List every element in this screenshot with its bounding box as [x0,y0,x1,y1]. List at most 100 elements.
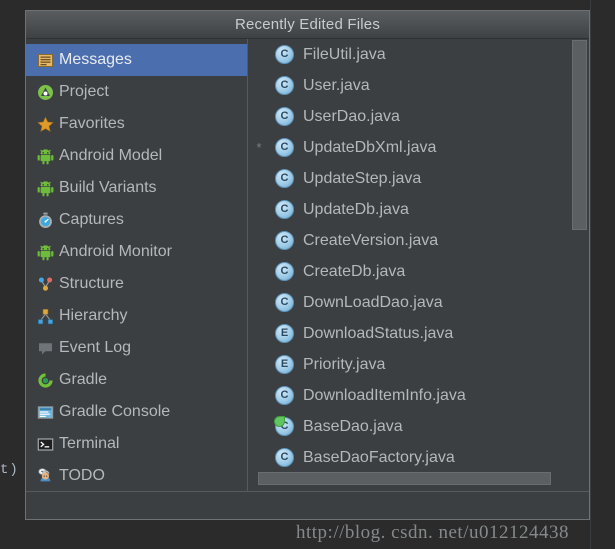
sidebar-item-build-variants[interactable]: Build Variants [26,172,247,204]
file-kind-badge: C [275,261,294,281]
file-kind-badge: C [275,44,294,64]
sidebar-item-label: Favorites [59,115,125,132]
sidebar-item-gradle[interactable]: Gradle [26,364,247,396]
dialog-titlebar: Recently Edited Files [26,11,589,39]
file-list-item[interactable]: C FileUtil.java [248,39,589,70]
horizontal-scrollbar-thumb[interactable] [258,472,551,485]
sidebar-item-label: Messages [59,51,132,68]
android-robot-icon [36,179,54,197]
class-file-icon: C [275,137,295,158]
stopwatch-icon [36,211,54,229]
sidebar-item-label: Event Log [59,339,132,356]
file-list-item[interactable]: C DownloadItemInfo.java [248,380,589,411]
sidebar-item-project[interactable]: Project [26,76,247,108]
file-name-label: DownloadItemInfo.java [303,386,466,404]
file-kind-badge: C [275,199,294,219]
file-list-item[interactable]: * C UpdateDbXml.java [248,132,589,163]
sidebar-item-captures[interactable]: Captures [26,204,247,236]
file-rows-container: C FileUtil.java C User.java C UserDao.java * C U… [248,39,589,473]
sidebar-item-android-monitor[interactable]: Android Monitor [26,236,247,268]
vcs-new-file-badge-icon [274,415,285,427]
sidebar-item-favorites[interactable]: Favorites [26,108,247,140]
file-list-item[interactable]: C UserDao.java [248,101,589,132]
watermark-url: http://blog. csdn. net/u012124438 [296,522,569,543]
sidebar-item-structure[interactable]: Structure [26,268,247,300]
vertical-scrollbar-thumb[interactable] [572,40,587,230]
vertical-scrollbar-track[interactable] [572,39,588,493]
sidebar-item-messages[interactable]: Messages [26,44,247,76]
file-name-label: Priority.java [303,355,386,373]
sidebar-item-terminal[interactable]: Terminal [26,428,247,460]
sidebar-item-label: Project [59,83,109,100]
file-list-item[interactable]: C BaseDao.java [248,411,589,442]
file-kind-badge: E [275,323,294,343]
sidebar-item-hierarchy[interactable]: Hierarchy [26,300,247,332]
recently-edited-files-dialog: Recently Edited Files Messages Project Fav… [25,10,590,520]
file-kind-badge: C [275,168,294,188]
file-list-item[interactable]: C CreateDb.java [248,256,589,287]
star-icon [36,115,54,133]
file-name-label: DownLoadDao.java [303,293,443,311]
dialog-title: Recently Edited Files [234,16,381,33]
file-list-item[interactable]: C User.java [248,70,589,101]
sidebar-item-todo[interactable]: TODO [26,460,247,492]
hierarchy-icon [36,307,54,325]
class-file-icon: C [275,199,295,220]
tool-window-list[interactable]: Messages Project Favorites Android Model Bui… [26,39,248,493]
editor-guide-line [590,0,591,549]
android-studio-icon [36,83,54,101]
file-kind-badge: C [275,106,294,126]
sidebar-item-label: Terminal [59,435,120,452]
file-list-item[interactable]: E Priority.java [248,349,589,380]
terminal-prompt-icon [36,435,54,453]
file-kind-badge: C [275,447,294,467]
dialog-bottom-strip [26,491,589,519]
class-file-icon: C [275,261,295,282]
enum-file-icon: E [275,354,295,375]
file-name-label: DownloadStatus.java [303,324,454,342]
sidebar-item-label: Build Variants [59,179,157,196]
sidebar-item-android-model[interactable]: Android Model [26,140,247,172]
file-list-item[interactable]: C UpdateDb.java [248,194,589,225]
file-kind-badge: E [275,354,294,374]
file-list-item[interactable]: C DownLoadDao.java [248,287,589,318]
recent-files-list[interactable]: C FileUtil.java C User.java C UserDao.java * C U… [248,39,589,493]
console-window-icon [36,403,54,421]
file-list-item[interactable]: C UpdateStep.java [248,163,589,194]
android-robot-icon [36,147,54,165]
gradle-elephant-icon [36,371,54,389]
file-name-label: User.java [303,76,370,94]
sidebar-item-label: Gradle Console [59,403,171,420]
file-name-label: UpdateDbXml.java [303,138,437,156]
file-kind-badge: C [275,137,294,157]
class-file-icon: C [275,75,295,96]
file-name-label: CreateVersion.java [303,231,439,249]
structure-nodes-icon [36,275,54,293]
messages-icon [36,51,54,69]
sidebar-item-gradle-console[interactable]: Gradle Console [26,396,247,428]
file-list-item[interactable]: E DownloadStatus.java [248,318,589,349]
sidebar-item-label: Gradle [59,371,108,388]
file-name-label: UpdateDb.java [303,200,409,218]
editor-code-text: t) [0,462,29,478]
class-file-icon: C [275,447,295,468]
sidebar-item-event-log[interactable]: Event Log [26,332,247,364]
file-name-label: UserDao.java [303,107,400,125]
sidebar-item-label: Android Monitor [59,243,172,260]
modified-marker-icon: * [256,140,262,155]
class-file-icon: C [275,44,295,65]
file-list-item[interactable]: C BaseDaoFactory.java [248,442,589,473]
file-name-label: CreateDb.java [303,262,406,280]
sidebar-item-label: TODO [59,467,105,484]
sidebar-item-label: Structure [59,275,124,292]
class-file-icon: C [275,230,295,251]
class-file-icon: C [274,415,295,437]
screen: t) ; Recently Edited Files MessagesProje… [0,0,615,549]
sidebar-item-label: Captures [59,211,124,228]
file-name-label: BaseDaoFactory.java [303,448,455,466]
enum-file-icon: E [275,323,295,344]
file-list-item[interactable]: C CreateVersion.java [248,225,589,256]
class-file-icon: C [275,168,295,189]
file-kind-badge: C [275,75,294,95]
android-robot-icon [36,243,54,261]
